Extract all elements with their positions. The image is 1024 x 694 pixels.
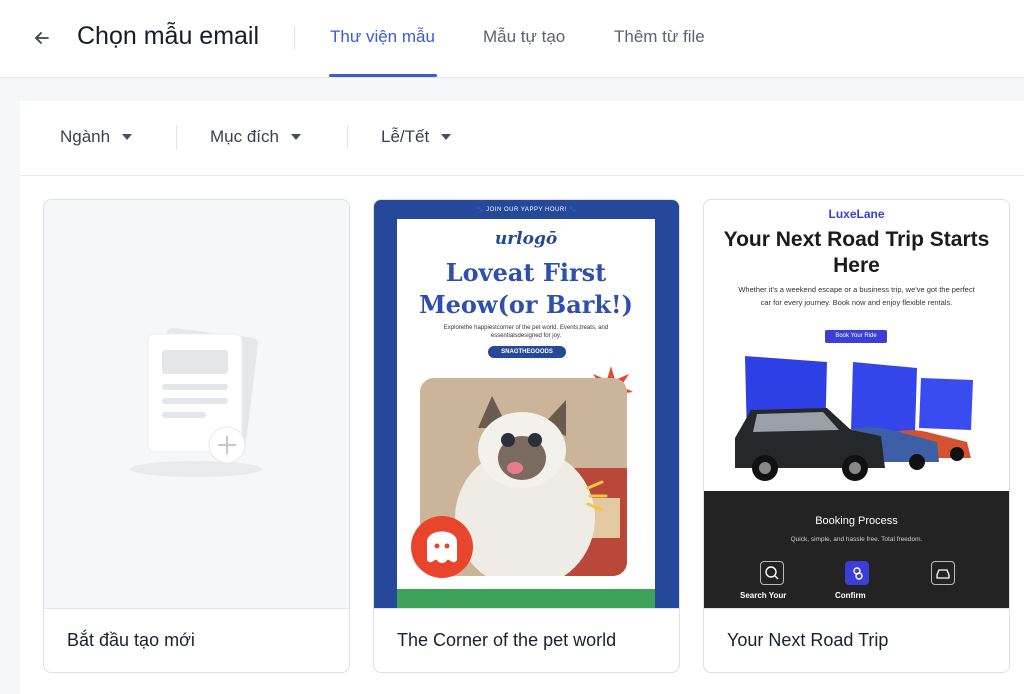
top-header: Chọn mẫu email Thư viện mẫu Mẫu tự tạo T… (0, 0, 1024, 78)
section-subtitle: Quick, simple, and hassle free. Total fr… (790, 536, 923, 543)
preview-brand: LuxeLane (828, 207, 885, 221)
template-card-road-trip[interactable]: LuxeLane Your Next Road Trip Starts Here… (703, 199, 1010, 673)
card-caption: Your Next Road Trip (704, 608, 1009, 672)
preview-headline: Loveat First Meow(or Bark!) (419, 258, 633, 319)
preview-button: Book Your Ride (825, 330, 887, 343)
holiday-filter-label: Lễ/Tết (381, 127, 430, 146)
tab-my-templates[interactable]: Mẫu tự tạo (483, 27, 565, 47)
search-step-icon (760, 561, 784, 585)
header-divider (294, 26, 295, 50)
caret-down-icon (122, 134, 133, 140)
new-document-plus-icon (130, 328, 262, 477)
industry-filter-label: Ngành (60, 127, 111, 146)
card-title: Your Next Road Trip (727, 630, 889, 650)
purpose-filter-dropdown[interactable]: Mục đích (210, 127, 301, 147)
preview-topline: 🐾 JOIN OUR YAPPY HOUR! 🐾 (476, 207, 577, 213)
holiday-filter-dropdown[interactable]: Lễ/Tết (381, 127, 452, 147)
confirm-step-icon (845, 561, 869, 585)
tab-import-from-file[interactable]: Thêm từ file (614, 27, 705, 47)
preview-cta: SNAGTHEGOODS (488, 346, 566, 358)
car-step-icon (931, 561, 955, 585)
tab-template-library[interactable]: Thư viện mẫu (330, 27, 435, 47)
template-panel: Ngành Mục đích Lễ/Tết Bắt đầu tạo mới 🐾 … (20, 101, 1024, 694)
back-arrow-icon[interactable] (30, 26, 54, 50)
section-title: Booking Process (815, 515, 898, 527)
booking-process-section: Booking Process Quick, simple, and hassl… (704, 491, 1009, 608)
card-thumbnail (44, 200, 349, 608)
page-title: Chọn mẫu email (77, 22, 260, 50)
card-title: The Corner of the pet world (397, 630, 617, 650)
filter-bar: Ngành Mục đích Lễ/Tết (20, 101, 1024, 176)
active-tab-indicator (329, 74, 437, 77)
card-thumbnail: LuxeLane Your Next Road Trip Starts Here… (704, 200, 1009, 608)
email-preview: urlogō Loveat First Meow(or Bark!) Explo… (397, 219, 655, 608)
filter-divider (176, 125, 177, 149)
card-caption: The Corner of the pet world (374, 608, 679, 672)
card-caption: Bắt đầu tạo mới (44, 608, 349, 672)
card-thumbnail: 🐾 JOIN OUR YAPPY HOUR! 🐾 urlogō Loveat F… (374, 200, 679, 608)
template-card-blank[interactable]: Bắt đầu tạo mới (43, 199, 350, 673)
preview-description: Whether it's a weekend escape or a busin… (738, 285, 975, 307)
card-title: Bắt đầu tạo mới (67, 630, 195, 650)
caret-down-icon (441, 134, 452, 140)
template-card-pet-world[interactable]: 🐾 JOIN OUR YAPPY HOUR! 🐾 urlogō Loveat F… (373, 199, 680, 673)
cars-image (735, 356, 973, 481)
caret-down-icon (290, 134, 301, 140)
purpose-filter-label: Mục đích (210, 127, 279, 146)
industry-filter-dropdown[interactable]: Ngành (60, 127, 133, 147)
preview-headline: Your Next Road Trip Starts Here (723, 228, 990, 277)
filter-divider (347, 125, 348, 149)
preview-footer-band (397, 589, 655, 608)
preview-subtext: Explorethe happiestcorner of the pet wor… (443, 325, 609, 339)
dog-badge-icon (411, 516, 473, 578)
preview-logo: urlogō (494, 229, 558, 249)
step-label-confirm: Confirm (835, 591, 866, 600)
step-label-search: Search Your (740, 591, 787, 600)
